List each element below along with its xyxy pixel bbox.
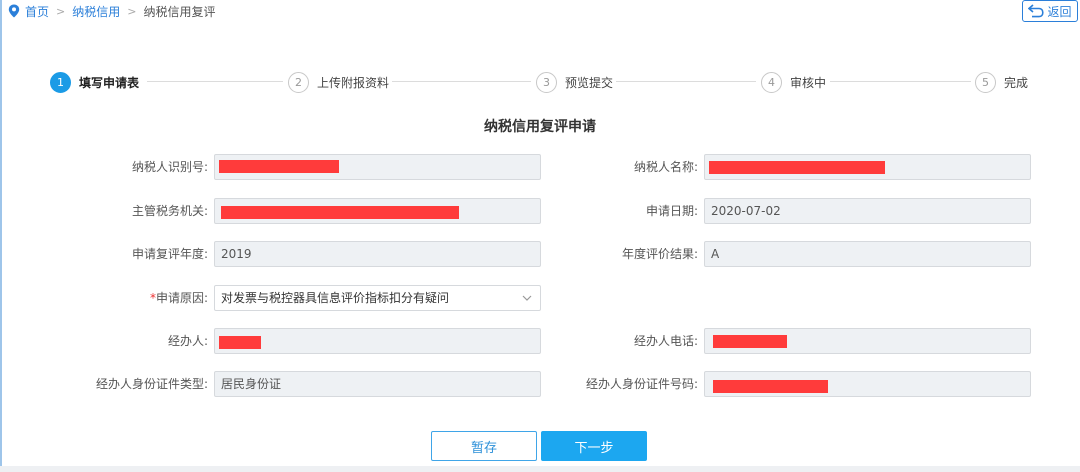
redaction-mark bbox=[219, 160, 339, 173]
step-5: 5 完成 bbox=[975, 70, 1028, 94]
taxpayer-id-label: 纳税人识别号: bbox=[131, 160, 208, 174]
agent-phone-label: 经办人电话: bbox=[633, 334, 698, 348]
apply-date-label: 申请日期: bbox=[645, 204, 698, 218]
step-label: 预览提交 bbox=[565, 75, 614, 90]
step-2: 2 上传附报资料 bbox=[288, 70, 389, 94]
reason-label: *申请原因: bbox=[60, 285, 208, 311]
step-label: 完成 bbox=[1004, 75, 1029, 90]
step-connector bbox=[616, 81, 756, 82]
apply-date-field[interactable]: 2020-07-02 bbox=[704, 198, 1031, 224]
id-type-label: 经办人身份证件类型: bbox=[95, 377, 208, 391]
reason-label-text: 申请原因: bbox=[155, 291, 208, 305]
reason-select[interactable]: 对发票与税控器具信息评价指标扣分有疑问 bbox=[214, 285, 541, 311]
agent-phone-field[interactable] bbox=[704, 328, 1031, 354]
step-label: 填写申请表 bbox=[79, 75, 140, 90]
breadcrumb-separator: > bbox=[127, 4, 137, 18]
review-year-field[interactable]: 2019 bbox=[214, 241, 541, 267]
annual-result-field[interactable]: A bbox=[704, 241, 1031, 267]
form-title: 纳税信用复评申请 bbox=[484, 119, 596, 135]
redaction-mark bbox=[221, 206, 459, 219]
taxpayer-id-field[interactable] bbox=[214, 154, 541, 180]
review-year-label: 申请复评年度: bbox=[131, 247, 208, 261]
tax-authority-field[interactable] bbox=[214, 198, 541, 224]
save-draft-button[interactable]: 暂存 bbox=[431, 431, 537, 461]
taxpayer-name-label: 纳税人名称: bbox=[633, 160, 698, 174]
step-3: 3 预览提交 bbox=[536, 70, 613, 94]
tax-authority-label: 主管税务机关: bbox=[131, 204, 208, 218]
next-step-button[interactable]: 下一步 bbox=[541, 431, 647, 461]
step-connector bbox=[147, 81, 283, 82]
step-number: 3 bbox=[536, 71, 557, 93]
reason-selected-value: 对发票与税控器具信息评价指标扣分有疑问 bbox=[221, 291, 450, 305]
redaction-mark bbox=[709, 161, 885, 174]
breadcrumb-section-link[interactable]: 纳税信用 bbox=[72, 3, 120, 20]
back-button-label: 返回 bbox=[1047, 4, 1072, 19]
step-1: 1 填写申请表 bbox=[50, 70, 139, 94]
step-connector bbox=[392, 81, 531, 82]
step-number: 2 bbox=[288, 71, 309, 93]
redaction-mark bbox=[713, 380, 828, 393]
annual-result-label: 年度评价结果: bbox=[621, 247, 698, 261]
id-type-field[interactable]: 居民身份证 bbox=[214, 371, 541, 397]
step-number: 1 bbox=[50, 71, 71, 93]
step-number: 5 bbox=[975, 71, 996, 93]
back-button[interactable]: 返回 bbox=[1022, 0, 1078, 22]
breadcrumb-home-link[interactable]: 首页 bbox=[25, 3, 49, 20]
step-label: 上传附报资料 bbox=[317, 75, 390, 90]
step-4: 4 审核中 bbox=[761, 70, 826, 94]
step-connector bbox=[830, 81, 971, 82]
progress-steps: 1 填写申请表 2 上传附报资料 3 预览提交 4 审核中 5 完成 bbox=[0, 70, 1080, 94]
breadcrumb-separator: > bbox=[56, 4, 66, 18]
id-number-label: 经办人身份证件号码: bbox=[585, 377, 698, 391]
redaction-mark bbox=[713, 335, 787, 348]
agent-field[interactable] bbox=[214, 328, 541, 354]
step-number: 4 bbox=[761, 71, 782, 93]
return-arrow-icon bbox=[1028, 4, 1045, 18]
step-label: 审核中 bbox=[790, 75, 827, 90]
breadcrumb: 首页 > 纳税信用 > 纳税信用复评 bbox=[8, 2, 215, 20]
location-pin-icon bbox=[8, 4, 20, 18]
bottom-strip bbox=[0, 466, 1080, 472]
agent-label: 经办人: bbox=[167, 334, 208, 348]
redaction-mark bbox=[219, 336, 261, 349]
id-number-field[interactable] bbox=[704, 371, 1031, 397]
chevron-down-icon bbox=[522, 295, 532, 301]
taxpayer-name-field[interactable] bbox=[704, 154, 1031, 180]
breadcrumb-current: 纳税信用复评 bbox=[143, 4, 216, 19]
